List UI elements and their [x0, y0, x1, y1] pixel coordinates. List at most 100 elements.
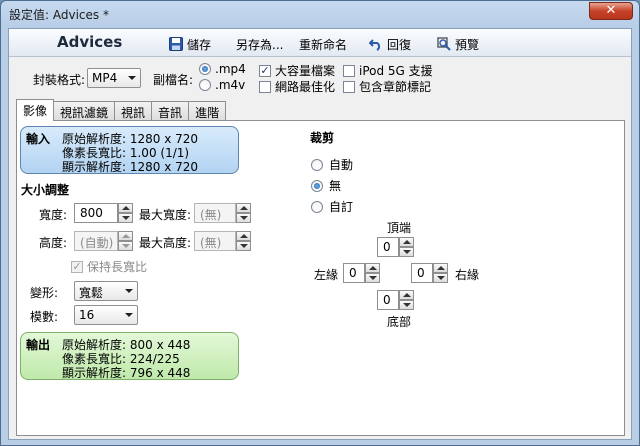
tab-picture[interactable]: 影像 — [16, 99, 55, 121]
stepper-down-icon[interactable] — [399, 247, 414, 257]
radio-icon — [199, 79, 211, 91]
stepper-down-icon[interactable] — [236, 213, 251, 223]
max-height-stepper[interactable] — [236, 231, 251, 251]
height-value: (自動) — [80, 236, 114, 250]
crop-custom-label: 自訂 — [329, 200, 354, 214]
preview-icon — [437, 37, 451, 51]
crop-left-stepper[interactable] — [365, 263, 380, 283]
stepper-up-icon[interactable] — [118, 231, 133, 241]
rename-label: 重新命名 — [299, 37, 348, 52]
radio-selected-icon — [199, 63, 211, 75]
container-label: 封裝格式: — [33, 73, 86, 87]
save-icon — [169, 37, 183, 51]
height-stepper[interactable] — [118, 231, 133, 251]
anamorphic-select[interactable]: 寬鬆 — [74, 281, 138, 301]
radio-selected-icon — [311, 179, 323, 192]
height-input[interactable]: (自動) — [74, 231, 118, 251]
crop-auto-radio[interactable]: 自動 — [311, 156, 353, 173]
stepper-down-icon[interactable] — [236, 241, 251, 251]
stepper-up-icon[interactable] — [399, 237, 414, 247]
modulus-label: 模數: — [30, 310, 59, 324]
chevron-down-icon — [125, 313, 133, 317]
crop-top-stepper[interactable] — [399, 237, 414, 257]
crop-bottom-value: 0 — [383, 293, 391, 307]
stepper-down-icon[interactable] — [365, 273, 380, 283]
crop-right-input[interactable]: 0 — [411, 263, 433, 283]
chevron-down-icon — [125, 289, 133, 293]
ext-m4v-radio[interactable]: .m4v — [199, 78, 245, 92]
ext-mp4-label: .mp4 — [215, 62, 246, 76]
stepper-up-icon[interactable] — [118, 203, 133, 213]
stepper-up-icon[interactable] — [433, 263, 448, 273]
tab-audio[interactable]: 音訊 — [151, 101, 190, 121]
tab-video-filters[interactable]: 視訊濾鏡 — [53, 101, 116, 121]
tab-video[interactable]: 視訊 — [114, 101, 153, 121]
crop-none-radio[interactable]: 無 — [311, 177, 341, 194]
stepper-down-icon[interactable] — [118, 241, 133, 251]
extension-label: 副檔名: — [153, 73, 194, 87]
window-title: 設定值: Advices * — [9, 8, 109, 22]
crop-auto-label: 自動 — [329, 158, 354, 172]
max-width-value: (無) — [200, 208, 222, 222]
crop-right-stepper[interactable] — [433, 263, 448, 283]
presets-window: 設定值: Advices * ✕ Advices 儲存 另存為... 重新命名 — [0, 0, 640, 446]
max-width-stepper[interactable] — [236, 203, 251, 223]
stepper-up-icon[interactable] — [399, 290, 414, 300]
keep-aspect-checkbox[interactable]: ✓ 保持長寬比 — [71, 258, 147, 275]
large-file-label: 大容量檔案 — [275, 64, 336, 78]
width-stepper[interactable] — [118, 203, 133, 223]
input-info-box: 輸入 原始解析度: 1280 x 720 像素長寬比: 1.00 (1/1) 顯… — [20, 126, 239, 174]
title-bar[interactable]: 設定值: Advices * ✕ — [1, 1, 639, 27]
crop-top-value: 0 — [383, 240, 391, 254]
crop-custom-radio[interactable]: 自訂 — [311, 198, 353, 215]
save-button[interactable]: 儲存 — [169, 35, 211, 53]
ext-mp4-radio[interactable]: .mp4 — [199, 62, 246, 76]
checkmark-icon: ✓ — [71, 259, 83, 273]
crop-left-input[interactable]: 0 — [343, 263, 365, 283]
radio-icon — [311, 158, 323, 171]
crop-bottom-stepper[interactable] — [399, 290, 414, 310]
close-button[interactable]: ✕ — [589, 2, 633, 20]
width-input[interactable]: 800 — [74, 203, 118, 223]
stepper-down-icon[interactable] — [118, 213, 133, 223]
web-optimized-checkbox[interactable]: 網路最佳化 — [259, 78, 335, 95]
modulus-select[interactable]: 16 — [74, 305, 138, 325]
crop-top-input[interactable]: 0 — [377, 237, 399, 257]
preview-button[interactable]: 預覽 — [437, 35, 479, 53]
stepper-up-icon[interactable] — [365, 263, 380, 273]
rename-button[interactable]: 重新命名 — [299, 35, 347, 53]
anamorphic-value: 寬鬆 — [79, 286, 104, 300]
stepper-up-icon[interactable] — [236, 231, 251, 241]
keep-aspect-label: 保持長寬比 — [87, 260, 148, 274]
tab-advanced[interactable]: 進階 — [188, 101, 227, 121]
crop-bottom-input[interactable]: 0 — [377, 290, 399, 310]
crop-right-label: 右緣 — [455, 268, 480, 282]
save-as-button[interactable]: 另存為... — [236, 35, 283, 53]
checkbox-icon — [343, 80, 355, 93]
output-info-box: 輸出 原始解析度: 800 x 448 像素長寬比: 224/225 顯示解析度… — [20, 332, 239, 380]
crop-top-label: 頂端 — [387, 221, 412, 235]
stepper-down-icon[interactable] — [433, 273, 448, 283]
max-height-label: 最大高度: — [139, 236, 192, 250]
ext-m4v-label: .m4v — [215, 78, 246, 92]
max-width-input[interactable]: (無) — [194, 203, 236, 223]
toolbar: Advices 儲存 另存為... 重新命名 回復 預覽 — [9, 29, 631, 57]
undo-icon — [369, 39, 381, 51]
crop-section-title: 裁剪 — [310, 131, 335, 145]
stepper-up-icon[interactable] — [236, 203, 251, 213]
max-height-value: (無) — [200, 236, 222, 250]
container-value: MP4 — [92, 71, 118, 85]
input-display-resolution: 顯示解析度: 1280 x 720 — [62, 160, 199, 174]
container-select[interactable]: MP4 — [87, 68, 141, 88]
chapters-checkbox[interactable]: 包含章節標記 — [343, 78, 431, 95]
modulus-value: 16 — [79, 308, 95, 322]
preset-name: Advices — [57, 33, 123, 51]
preview-label: 預覽 — [455, 37, 480, 52]
ipod-checkbox[interactable]: iPod 5G 支援 — [343, 62, 433, 79]
large-file-checkbox[interactable]: ✓ 大容量檔案 — [259, 62, 335, 79]
max-height-input[interactable]: (無) — [194, 231, 236, 251]
height-label: 高度: — [39, 236, 68, 250]
save-label: 儲存 — [187, 37, 212, 52]
stepper-down-icon[interactable] — [399, 300, 414, 310]
revert-button[interactable]: 回復 — [369, 35, 411, 53]
